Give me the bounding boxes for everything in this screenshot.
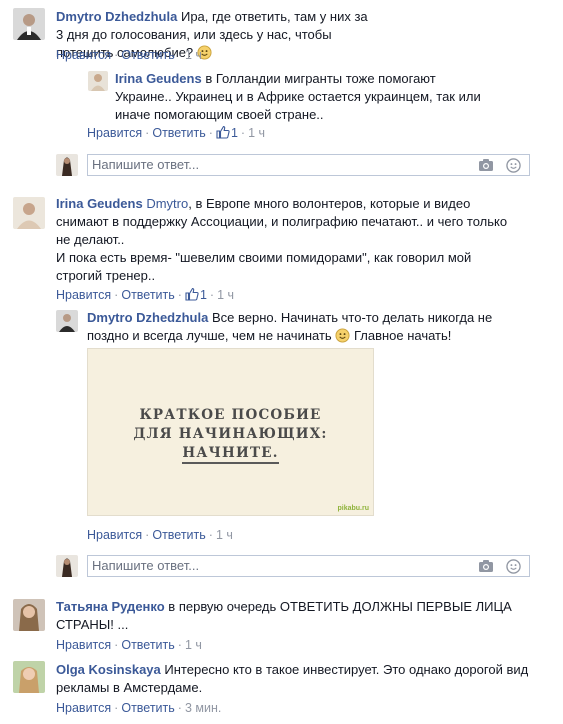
image-line-2: ДЛЯ НАЧИНАЮЩИХ: — [133, 426, 328, 442]
like-button[interactable]: Нравится — [56, 288, 111, 302]
like-button[interactable]: Нравится — [87, 126, 142, 140]
comment-actions: Нравится · Ответить · 1 ч — [87, 528, 233, 542]
comment-timestamp[interactable]: 1 ч — [217, 288, 234, 302]
reply-button[interactable]: Ответить — [121, 701, 174, 715]
comment-body: Irina Geudens Dmytro, в Европе много вол… — [56, 195, 521, 285]
reply-input[interactable]: Напишите ответ... — [87, 154, 530, 176]
like-count[interactable]: 1 — [200, 288, 207, 302]
comment-author[interactable]: Olga Kosinskaya — [56, 662, 161, 677]
like-button[interactable]: Нравится — [56, 48, 111, 62]
reply-placeholder: Напишите ответ... — [92, 157, 200, 172]
comment-actions: Нравится · Ответить · 3 мин. — [56, 701, 222, 715]
comment-timestamp[interactable]: 1 ч — [216, 528, 233, 542]
reply-button[interactable]: Ответить — [121, 288, 174, 302]
avatar — [56, 555, 78, 577]
avatar[interactable] — [13, 8, 45, 40]
camera-icon[interactable] — [478, 559, 494, 578]
like-button[interactable]: Нравится — [56, 701, 111, 715]
avatar — [56, 154, 78, 176]
image-line-3: НАЧНИТЕ. — [182, 445, 279, 464]
thumbs-up-icon[interactable] — [185, 287, 199, 305]
comment-timestamp[interactable]: 3 мин. — [185, 701, 221, 715]
comment-timestamp[interactable]: 1 ч — [185, 48, 202, 62]
avatar[interactable] — [88, 71, 108, 91]
reply-input[interactable]: Напишите ответ... — [87, 555, 530, 577]
avatar[interactable] — [56, 310, 78, 332]
comment-timestamp[interactable]: 1 ч — [248, 126, 265, 140]
reply-button[interactable]: Ответить — [152, 126, 205, 140]
reply-placeholder: Напишите ответ... — [92, 558, 200, 573]
like-button[interactable]: Нравится — [56, 638, 111, 652]
comment-actions: Нравится · Ответить · 1 ч — [56, 48, 202, 62]
comment-actions: Нравится · Ответить · 1 · 1 ч — [87, 125, 265, 143]
image-line-3-wrap: НАЧНИТЕ. — [88, 444, 373, 464]
thumbs-up-icon[interactable] — [216, 125, 230, 143]
emoji-icon[interactable] — [506, 559, 521, 578]
like-count[interactable]: 1 — [231, 126, 238, 140]
comment-timestamp[interactable]: 1 ч — [185, 638, 202, 652]
comment-actions: Нравится · Ответить · 1 ч — [56, 638, 202, 652]
comment-author[interactable]: Irina Geudens — [115, 71, 202, 86]
avatar[interactable] — [13, 599, 45, 631]
comment-text-after: Главное начать! — [353, 328, 452, 343]
comment-body: Irina Geudens в Голландии мигранты тоже … — [115, 70, 485, 124]
camera-icon[interactable] — [478, 158, 494, 177]
reply-button[interactable]: Ответить — [152, 528, 205, 542]
image-watermark: pikabu.ru — [337, 505, 369, 512]
comment-body: Olga Kosinskaya Интересно кто в такое ин… — [56, 661, 531, 697]
smile-emoji-icon — [335, 328, 350, 348]
avatar[interactable] — [13, 661, 45, 693]
image-line-1: КРАТКОЕ ПОСОБИЕ — [139, 407, 322, 423]
comment-body: Dmytro Dzhedzhula Все верно. Начинать чт… — [87, 309, 507, 348]
emoji-icon[interactable] — [506, 158, 521, 177]
like-button[interactable]: Нравится — [87, 528, 142, 542]
mention-link[interactable]: Dmytro — [146, 196, 188, 211]
comment-author[interactable]: Dmytro Dzhedzhula — [87, 310, 208, 325]
comment-text-2: И пока есть время- "шевелим своими помид… — [56, 250, 472, 283]
comment-author[interactable]: Татьяна Руденко — [56, 599, 165, 614]
comment-author[interactable]: Irina Geudens — [56, 196, 143, 211]
reply-button[interactable]: Ответить — [121, 48, 174, 62]
reply-button[interactable]: Ответить — [121, 638, 174, 652]
comment-body: Татьяна Руденко в первую очередь ОТВЕТИТ… — [56, 598, 531, 634]
comment-actions: Нравится · Ответить · 1 · 1 ч — [56, 287, 234, 305]
comment-author[interactable]: Dmytro Dzhedzhula — [56, 9, 177, 24]
avatar[interactable] — [13, 197, 45, 229]
attached-image[interactable]: КРАТКОЕ ПОСОБИЕ ДЛЯ НАЧИНАЮЩИХ: НАЧНИТЕ.… — [87, 348, 374, 516]
